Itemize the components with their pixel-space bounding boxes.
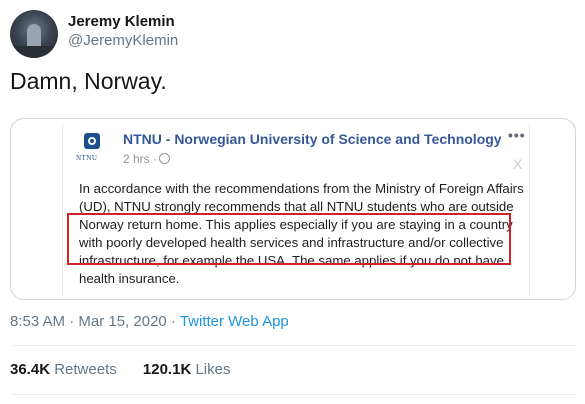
avatar[interactable]	[10, 10, 58, 58]
retweets-label: Retweets	[54, 361, 117, 378]
red-highlight-box	[67, 213, 511, 265]
tweet-stats: 36.4K Retweets 120.1K Likes	[10, 361, 252, 378]
logo-icon	[84, 133, 100, 149]
logo-text: NTNU	[76, 154, 98, 162]
retweets-stat[interactable]: 36.4K Retweets	[10, 361, 117, 378]
more-options-icon: •••	[508, 127, 526, 143]
retweets-count: 36.4K	[10, 361, 51, 378]
embedded-page-name: NTNU - Norwegian University of Science a…	[123, 131, 502, 147]
close-icon: X	[513, 156, 523, 172]
likes-stat[interactable]: 120.1K Likes	[143, 361, 231, 378]
tweet-meta: 8:53 AM · Mar 15, 2020 · Twitter Web App	[10, 313, 289, 330]
tweet-text: Damn, Norway.	[10, 68, 167, 94]
author-handle[interactable]: @JeremyKlemin	[68, 32, 178, 49]
post-line: health insurance.	[79, 271, 180, 286]
avatar-ground	[10, 46, 58, 58]
tweet-source-link[interactable]: Twitter Web App	[180, 313, 289, 330]
divider	[10, 345, 576, 346]
likes-label: Likes	[195, 361, 231, 378]
likes-count: 120.1K	[142, 361, 192, 378]
post-line: In accordance with the recommendations f…	[79, 181, 524, 196]
divider	[10, 394, 576, 395]
globe-icon	[159, 153, 170, 164]
tweet-timestamp[interactable]: 8:53 AM · Mar 15, 2020 ·	[10, 313, 180, 330]
ntnu-logo: NTNU	[72, 133, 110, 171]
embedded-post-time: 2 hrs ·	[123, 152, 158, 166]
author-name[interactable]: Jeremy Klemin	[68, 13, 175, 30]
